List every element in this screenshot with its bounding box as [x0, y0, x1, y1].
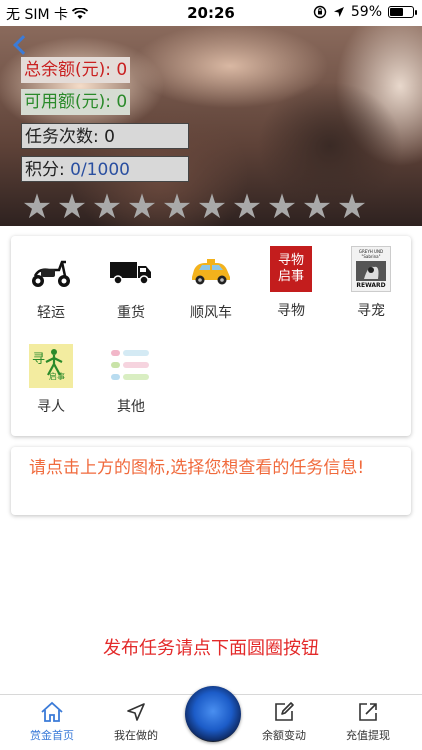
- available-balance: 可用额(元): 0: [21, 89, 131, 115]
- missing-person-icon: 寻 启事: [29, 344, 73, 388]
- star-icon: ★: [21, 187, 53, 226]
- missing-person-text-2: 启事: [49, 372, 65, 381]
- lost-item-notice-icon: 寻物 启事: [270, 246, 312, 292]
- poster-reward-text: REWARD: [356, 282, 386, 289]
- tab-balance-changes[interactable]: 余额变动: [244, 699, 324, 743]
- category-heavy-cargo[interactable]: 重货: [91, 250, 171, 322]
- star-icon: ★: [301, 187, 333, 226]
- tab-recharge-withdraw[interactable]: 充值提现: [328, 699, 408, 743]
- category-label: 寻物: [277, 303, 305, 319]
- scooter-icon: [29, 250, 73, 294]
- category-label: 寻宠: [357, 303, 385, 319]
- publish-hint: 发布任务请点下面圆圈按钮: [103, 638, 319, 659]
- category-label: 重货: [117, 305, 145, 321]
- tab-bounty-home[interactable]: 赏金首页: [12, 699, 92, 743]
- instruction-card: 请点击上方的图标,选择您想查看的任务信息!: [11, 447, 411, 515]
- points: 积分: 0/1000: [21, 156, 189, 182]
- battery-fill: [390, 8, 403, 16]
- category-other[interactable]: 其他: [91, 344, 171, 416]
- tab-label: 余额变动: [262, 729, 306, 742]
- star-icon: ★: [231, 187, 263, 226]
- tab-label: 我在做的: [114, 729, 158, 742]
- home-icon: [39, 699, 65, 725]
- tab-label: 充值提现: [346, 729, 390, 742]
- truck-icon: [109, 250, 153, 294]
- rating-stars: ★ ★ ★ ★ ★ ★ ★ ★ ★ ★: [21, 187, 368, 226]
- lost-item-notice-text-1: 寻物: [277, 253, 304, 268]
- category-missing-person[interactable]: 寻 启事 寻人: [11, 344, 91, 416]
- taxi-icon: [189, 250, 233, 294]
- category-light-transport[interactable]: 轻运: [11, 250, 91, 322]
- orientation-lock-icon: [313, 5, 327, 19]
- category-label: 其他: [117, 399, 145, 415]
- total-balance: 总余额(元): 0: [21, 57, 131, 83]
- location-icon: [333, 7, 344, 17]
- dog-photo: [356, 260, 386, 281]
- lost-item-notice-text-2: 启事: [277, 269, 304, 284]
- instruction-text: 请点击上方的图标,选择您想查看的任务信息!: [29, 458, 365, 478]
- star-icon: ★: [266, 187, 298, 226]
- category-lost-pet[interactable]: GREYH UND "Sabrina" REWARD 寻宠: [331, 246, 411, 320]
- points-value: 0/1000: [70, 160, 130, 180]
- star-icon: ★: [91, 187, 123, 226]
- battery-percent: 59%: [350, 4, 382, 20]
- list-icon: [109, 344, 153, 388]
- tab-label: 赏金首页: [30, 729, 74, 742]
- status-bar: 无 SIM 卡 20:26 59%: [0, 0, 422, 26]
- category-ride-share[interactable]: 顺风车: [171, 250, 251, 322]
- category-lost-item[interactable]: 寻物 启事 寻物: [251, 246, 331, 320]
- star-icon: ★: [196, 187, 228, 226]
- star-icon: ★: [336, 187, 368, 226]
- star-icon: ★: [126, 187, 158, 226]
- task-count: 任务次数: 0: [21, 123, 189, 149]
- category-label: 寻人: [37, 399, 65, 415]
- reward-poster-icon: GREYH UND "Sabrina" REWARD: [351, 246, 391, 292]
- star-icon: ★: [56, 187, 88, 226]
- back-icon[interactable]: [13, 35, 33, 55]
- poster-top-text: GREYH UND "Sabrina": [358, 249, 384, 259]
- category-label: 顺风车: [190, 305, 232, 321]
- points-label: 积分:: [25, 160, 71, 180]
- publish-task-button[interactable]: [185, 686, 241, 742]
- category-card: 轻运 重货 顺风车 寻物 启事 寻物 GREYH UND "Sabrina" R…: [11, 236, 411, 436]
- share-icon: [355, 699, 381, 725]
- navigation-icon: [123, 699, 149, 725]
- star-icon: ★: [161, 187, 193, 226]
- header-banner: 总余额(元): 0 可用额(元): 0 任务次数: 0 积分: 0/1000 ★…: [0, 26, 422, 226]
- tab-my-tasks[interactable]: 我在做的: [96, 699, 176, 743]
- status-right: 59%: [313, 4, 417, 20]
- battery-icon: [388, 6, 417, 18]
- category-label: 轻运: [37, 305, 65, 321]
- edit-icon: [271, 699, 297, 725]
